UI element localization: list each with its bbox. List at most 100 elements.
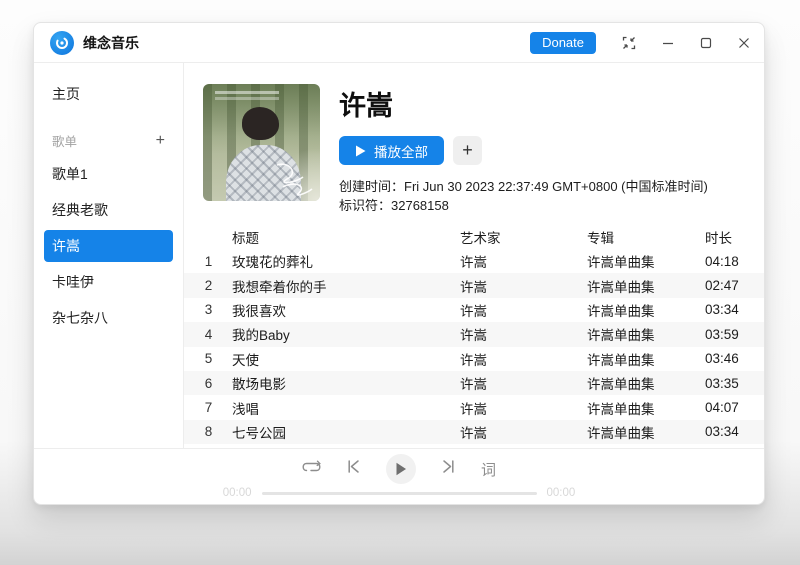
sidebar-playlist-item[interactable]: 经典老歌 — [44, 194, 173, 226]
sidebar-playlist-item[interactable]: 杂七杂八 — [44, 302, 173, 334]
cell-artist: 许嵩 — [460, 255, 487, 271]
mini-mode-icon[interactable] — [622, 36, 636, 50]
cell-artist: 许嵩 — [460, 377, 487, 393]
cover-person-head — [241, 107, 280, 141]
play-icon — [356, 145, 366, 156]
close-button[interactable] — [738, 37, 750, 49]
table-header-row: 标题 艺术家 专辑 时长 — [184, 224, 764, 249]
cell-title: 浅唱 — [232, 401, 259, 417]
cell-album: 许嵩单曲集 — [587, 279, 655, 295]
cell-album: 许嵩单曲集 — [587, 425, 655, 441]
col-duration: 时长 — [705, 230, 732, 246]
playlist-section-header: 歌单 + — [44, 127, 173, 154]
table-row[interactable]: 6 散场电影 许嵩 许嵩单曲集 03:35 — [184, 370, 764, 396]
progress-row: 00:00 00:00 — [223, 487, 576, 499]
cell-duration: 02:47 — [705, 278, 739, 294]
song-table: 标题 艺术家 专辑 时长 1 玫瑰花的葬礼 许嵩 许嵩单曲集 04:18 2 我想牵着你的手… — [184, 224, 764, 448]
cell-index: 4 — [204, 326, 213, 342]
playlist-info: 许嵩 播放全部 + 创建时间：Fri Jun 30 2023 22:37:49 … — [339, 84, 708, 215]
table-row[interactable]: 2 我想牵着你的手 许嵩 许嵩单曲集 02:47 — [184, 273, 764, 298]
total-time: 00:00 — [546, 487, 576, 499]
col-album: 专辑 — [587, 230, 614, 246]
app-title: 维念音乐 — [83, 34, 139, 51]
created-time-row: 创建时间：Fri Jun 30 2023 22:37:49 GMT+0800 (… — [339, 177, 708, 196]
table-row[interactable]: 4 我的Baby 许嵩 许嵩单曲集 03:59 — [184, 322, 764, 347]
cell-index: 5 — [204, 351, 213, 367]
cell-index: 3 — [204, 302, 213, 318]
title-bar: 维念音乐 Donate — [34, 23, 764, 63]
identifier-row: 标识符：32768158 — [339, 196, 708, 215]
cell-artist: 许嵩 — [460, 303, 487, 319]
cell-duration: 03:34 — [705, 424, 739, 440]
player-bar: 词 00:00 00:00 — [34, 448, 764, 504]
cell-index: 7 — [204, 400, 213, 416]
play-all-label: 播放全部 — [374, 144, 428, 160]
donate-button[interactable]: Donate — [530, 31, 596, 54]
cell-duration: 04:18 — [705, 253, 739, 269]
previous-track-icon[interactable] — [346, 459, 361, 479]
cell-title: 天使 — [232, 352, 259, 368]
cell-duration: 03:59 — [705, 326, 739, 342]
cell-duration: 04:07 — [705, 400, 739, 416]
maximize-button[interactable] — [700, 37, 712, 49]
cell-title: 我很喜欢 — [232, 303, 286, 319]
repeat-icon[interactable] — [302, 459, 321, 480]
main-area: 主页 歌单 + 歌单1 经典老歌 许嵩 卡哇伊 杂七杂八 许嵩 播放全部 + 创… — [34, 63, 764, 448]
identifier-value: 32768158 — [391, 198, 449, 213]
add-playlist-button[interactable]: + — [156, 132, 165, 148]
playlist-cover-image — [203, 84, 320, 201]
cell-album: 许嵩单曲集 — [587, 303, 655, 319]
cell-title: 我的Baby — [232, 328, 290, 344]
cell-artist: 许嵩 — [460, 279, 487, 295]
lyrics-toggle[interactable]: 词 — [481, 459, 496, 480]
cell-album: 许嵩单曲集 — [587, 255, 655, 271]
content-area: 许嵩 播放全部 + 创建时间：Fri Jun 30 2023 22:37:49 … — [184, 63, 764, 448]
sidebar-playlist-item[interactable]: 歌单1 — [44, 158, 173, 190]
minimize-button[interactable] — [662, 37, 674, 49]
add-song-button[interactable]: + — [453, 136, 482, 165]
sidebar-item-home[interactable]: 主页 — [44, 77, 173, 111]
sidebar-playlist-item[interactable]: 卡哇伊 — [44, 266, 173, 298]
next-track-icon[interactable] — [441, 459, 456, 479]
cover-signature — [277, 163, 313, 196]
cell-artist: 许嵩 — [460, 328, 487, 344]
cell-artist: 许嵩 — [460, 425, 487, 441]
cell-duration: 03:35 — [705, 375, 739, 391]
app-window: 维念音乐 Donate 主页 歌单 + 歌单1 经典老歌 许嵩 卡哇伊 杂七杂八… — [33, 22, 765, 505]
play-all-button[interactable]: 播放全部 — [339, 136, 444, 165]
cell-index: 2 — [204, 278, 213, 294]
cell-album: 许嵩单曲集 — [587, 377, 655, 393]
col-title: 标题 — [232, 230, 259, 246]
playlist-section-label: 歌单 — [52, 135, 78, 149]
cell-album: 许嵩单曲集 — [587, 352, 655, 368]
cell-title: 散场电影 — [232, 377, 286, 393]
progress-bar[interactable] — [261, 491, 537, 495]
col-artist: 艺术家 — [460, 230, 501, 246]
cell-artist: 许嵩 — [460, 352, 487, 368]
song-rows: 1 玫瑰花的葬礼 许嵩 许嵩单曲集 04:18 2 我想牵着你的手 许嵩 许嵩单曲集 02:47 3… — [184, 249, 764, 448]
playlist-header: 许嵩 播放全部 + 创建时间：Fri Jun 30 2023 22:37:49 … — [184, 63, 764, 215]
cell-title: 玫瑰花的葬礼 — [232, 255, 313, 271]
table-row[interactable]: 7 浅唱 许嵩 许嵩单曲集 04:07 — [184, 395, 764, 419]
cell-album: 许嵩单曲集 — [587, 401, 655, 417]
cell-duration: 03:46 — [705, 351, 739, 367]
cover-caption-strip — [214, 91, 280, 95]
cell-index: 1 — [204, 253, 213, 269]
table-row[interactable]: 3 我很喜欢 许嵩 许嵩单曲集 03:34 — [184, 298, 764, 322]
table-row[interactable]: 5 天使 许嵩 许嵩单曲集 03:46 — [184, 347, 764, 371]
created-time-label: 创建时间： — [339, 179, 405, 194]
created-time-value: Fri Jun 30 2023 22:37:49 GMT+0800 (中国标准时… — [404, 179, 708, 194]
cell-index: 8 — [204, 424, 213, 440]
sidebar: 主页 歌单 + 歌单1 经典老歌许嵩卡哇伊杂七杂八 — [34, 63, 184, 448]
cell-title: 七号公园 — [232, 425, 286, 441]
cell-album: 许嵩单曲集 — [587, 328, 655, 344]
sidebar-playlist-item[interactable]: 许嵩 — [44, 230, 173, 262]
table-row[interactable]: 8 七号公园 许嵩 许嵩单曲集 03:34 — [184, 419, 764, 445]
app-logo-icon — [50, 30, 74, 55]
cell-artist: 许嵩 — [460, 401, 487, 417]
table-row[interactable]: 1 玫瑰花的葬礼 许嵩 许嵩单曲集 04:18 — [184, 249, 764, 273]
cell-index: 6 — [204, 375, 213, 391]
playlist-list: 歌单1 经典老歌许嵩卡哇伊杂七杂八 — [44, 158, 173, 334]
play-button[interactable] — [385, 454, 416, 484]
cell-duration: 03:34 — [705, 302, 739, 318]
